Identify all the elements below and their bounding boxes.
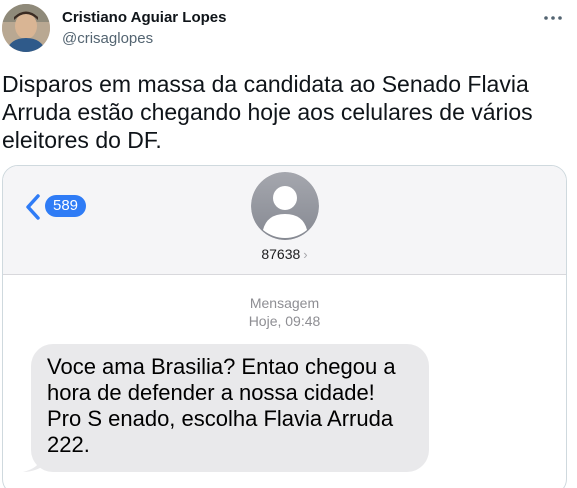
unread-count-badge[interactable]: 589 — [45, 195, 87, 217]
more-horizontal-icon[interactable] — [541, 8, 565, 28]
tweet-author: Cristiano Aguiar Lopes @crisaglopes — [62, 8, 226, 49]
chevron-right-icon: › — [303, 247, 308, 262]
author-avatar[interactable] — [2, 4, 50, 52]
message-meta: Mensagem Hoje, 09:48 — [3, 294, 566, 330]
message-service-label: Mensagem — [249, 295, 320, 311]
message-timestamp: Hoje, 09:48 — [248, 313, 321, 329]
tweet-text: Disparos em massa da candidata ao Senado… — [2, 71, 533, 153]
tweet-media-image[interactable]: 589 87638 › Mensagem Hoje, 09:48 Voce am… — [2, 165, 567, 488]
contact-number[interactable]: 87638 › — [3, 246, 566, 262]
contact-number-text: 87638 — [261, 246, 301, 262]
back-chevron-icon[interactable] — [25, 194, 41, 220]
author-name[interactable]: Cristiano Aguiar Lopes — [62, 8, 226, 28]
message-bubble: Voce ama Brasilia? Entao chegou a hora d… — [31, 344, 429, 472]
author-handle[interactable]: @crisaglopes — [62, 29, 226, 49]
tweet: Cristiano Aguiar Lopes @crisaglopes Disp… — [0, 0, 577, 488]
contact-avatar-icon — [251, 172, 319, 240]
sms-header: 589 87638 › — [3, 166, 566, 275]
avatar-photo — [2, 4, 50, 52]
